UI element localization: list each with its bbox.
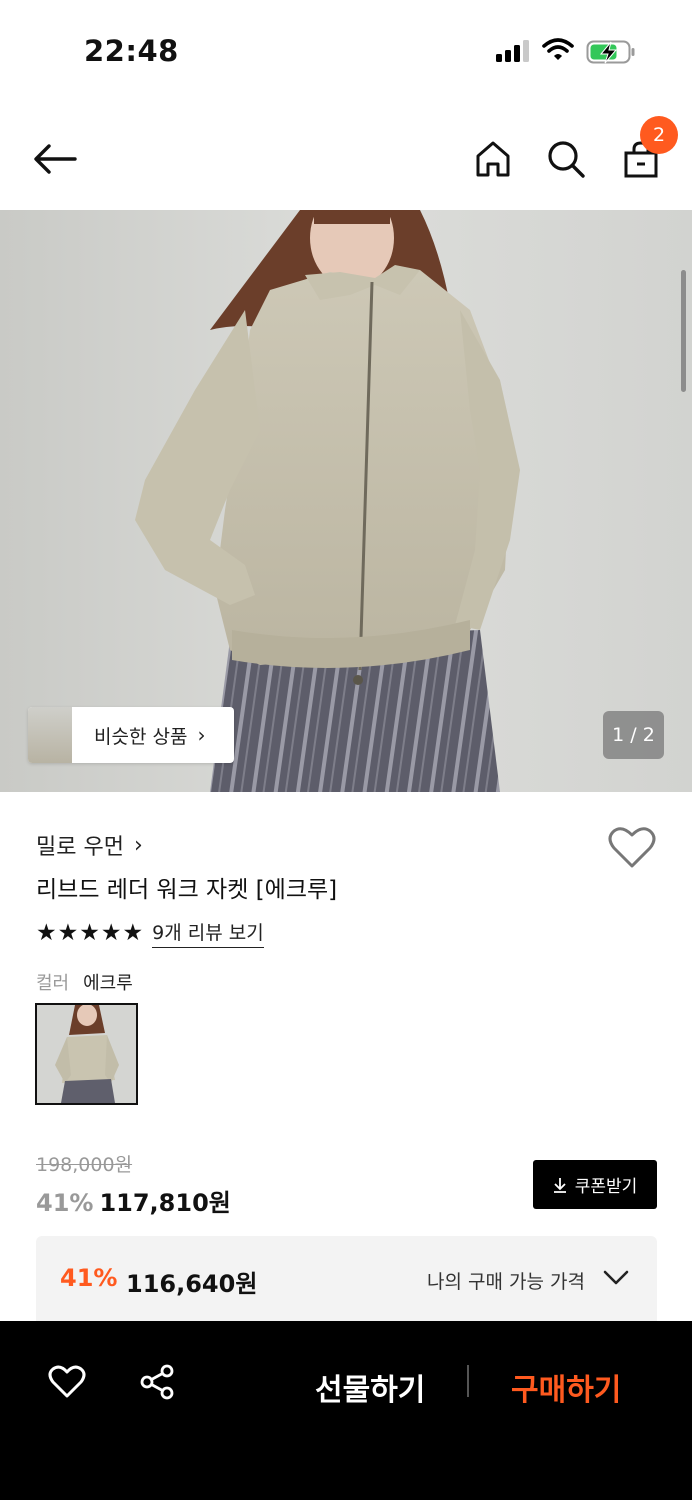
discount-rate: 41% [36, 1189, 94, 1217]
star-rating: ★★★★★ [36, 920, 145, 946]
color-row: 컬러 에크루 [36, 969, 133, 995]
color-swatch-image [37, 1005, 136, 1103]
search-button[interactable] [541, 134, 591, 184]
my-price-label: 나의 구매 가능 가격 [427, 1271, 585, 1293]
wishlist-button[interactable] [608, 826, 656, 870]
similar-products-label: 비슷한 상품 [94, 725, 188, 748]
rating-row: ★★★★★ 9개 리뷰 보기 [36, 918, 264, 948]
back-button[interactable] [30, 134, 80, 184]
chevron-right-icon: › [197, 723, 206, 747]
image-pager: 1 / 2 [603, 711, 664, 759]
divider [467, 1365, 469, 1397]
similar-products-button[interactable]: 비슷한 상품 › [28, 707, 234, 763]
gift-button[interactable]: 선물하기 [315, 1365, 425, 1409]
coupon-label: 쿠폰받기 [574, 1177, 638, 1197]
product-image-gallery[interactable]: 비슷한 상품 › 1 / 2 [0, 210, 692, 792]
heart-outline-icon [48, 1365, 86, 1398]
sale-price: 117,810원 [99, 1189, 231, 1217]
buy-button[interactable]: 구매하기 [511, 1365, 621, 1409]
product-photo [0, 210, 692, 792]
color-label: 컬러 [36, 973, 70, 994]
chevron-right-icon: › [133, 832, 143, 858]
arrow-left-icon [34, 144, 77, 174]
brand-link[interactable]: 밀로 우먼 › [36, 829, 143, 861]
share-button[interactable] [134, 1359, 180, 1405]
cellular-signal-icon [496, 40, 529, 62]
home-icon [476, 141, 510, 177]
color-swatch-selected[interactable] [35, 1003, 138, 1105]
home-button[interactable] [468, 134, 518, 184]
product-name: 리브드 레더 워크 자켓 [에크루] [36, 877, 338, 903]
chevron-down-icon [603, 1270, 629, 1285]
coupon-download-button[interactable]: 쿠폰받기 [533, 1160, 657, 1209]
share-icon [140, 1364, 174, 1400]
view-reviews-link[interactable]: 9개 리뷰 보기 [152, 918, 264, 948]
status-time: 22:48 [84, 34, 179, 68]
color-value: 에크루 [83, 973, 133, 994]
sale-price-row: 41% 117,810원 [36, 1183, 231, 1218]
brand-name: 밀로 우먼 [36, 835, 124, 860]
cart-count-badge: 2 [640, 116, 678, 154]
original-price: 198,000원 [36, 1154, 133, 1176]
similar-product-thumbnail [28, 707, 72, 763]
heart-outline-icon [608, 827, 656, 868]
top-navigation [0, 110, 692, 208]
wifi-icon [542, 38, 574, 60]
my-price-dropdown[interactable]: 41% 116,640원 나의 구매 가능 가격 [36, 1236, 657, 1326]
my-price: 116,640원 [126, 1270, 258, 1298]
gallery-scroll-indicator [681, 270, 686, 392]
download-icon [553, 1177, 566, 1193]
bottom-wishlist-button[interactable] [44, 1359, 90, 1405]
bottom-action-bar: 선물하기 구매하기 [0, 1321, 692, 1500]
search-icon [548, 141, 585, 178]
my-discount-rate: 41% [60, 1264, 118, 1292]
status-bar: 22:48 [0, 0, 692, 100]
battery-charging-icon [586, 40, 635, 64]
